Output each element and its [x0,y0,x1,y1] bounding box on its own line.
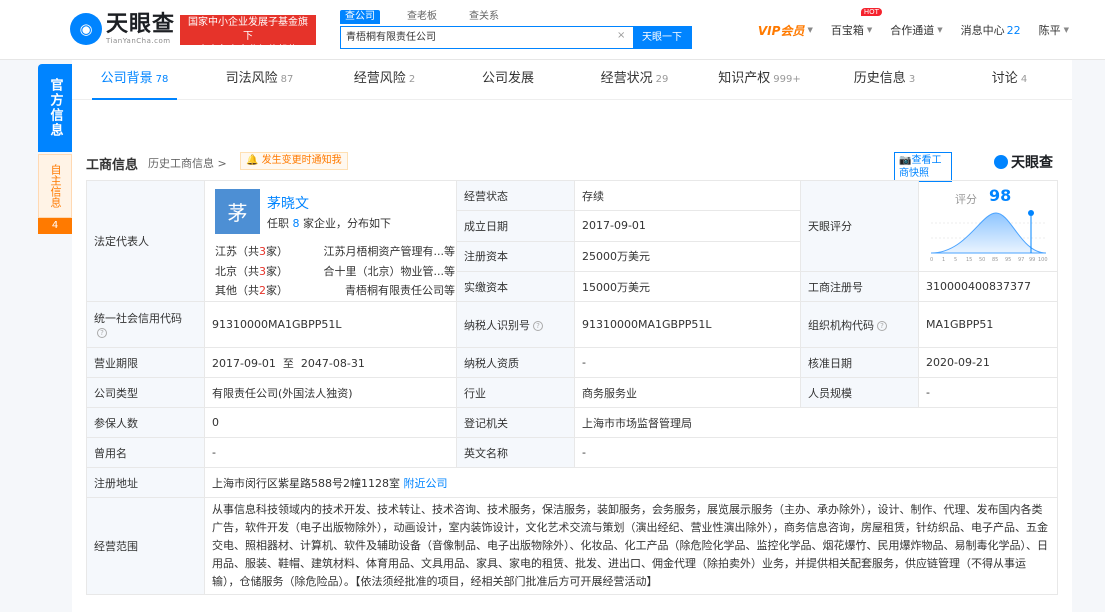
svg-text:95: 95 [1005,257,1011,263]
legal-rep-region[interactable]: 北京（共3家） 合十里（北京）物业管...等 [215,263,455,279]
side-tab-official[interactable]: 官方信息 [38,64,72,152]
tab-business-risk[interactable]: 经营风险 2 [322,60,447,99]
side-tabs: 官方信息 自主信息 4 [38,64,72,234]
main-content: 工商信息 历史工商信息 > 🔔 发生变更时通知我 📷查看工商快照 天眼查 法定代… [72,100,1072,612]
help-icon[interactable]: ? [877,320,887,331]
legal-rep-region[interactable]: 其他（共2家） 青梧桐有限责任公司等 [215,282,455,298]
nearby-companies-link[interactable]: 附近公司 [404,477,448,490]
term-value: 2017-09-01 至 2047-08-31 [204,347,457,378]
help-icon[interactable]: ? [533,320,543,331]
svg-text:0: 0 [930,257,933,263]
tab-discussion[interactable]: 讨论 4 [947,60,1072,99]
watermark-logo: 天眼查 [994,152,1053,172]
industry-value: 商务服务业 [574,377,801,408]
bell-icon: 🔔 [246,155,259,166]
score-title: 评分 [955,193,977,206]
score-bell-curve: 0 1 5 15 50 85 95 97 99 100 [930,210,1048,263]
avatar[interactable]: 茅 [215,189,260,234]
tab-development[interactable]: 公司发展 [447,60,572,99]
top-header: ◉ 天眼查 TianYanCha.com 国家中小企业发展子基金旗下 官方备案企… [0,0,1105,60]
side-tab-self[interactable]: 自主信息 [38,154,72,218]
svg-text:1: 1 [942,257,945,263]
score-label: 天眼评分 [800,180,919,272]
status-value: 存续 [574,179,801,212]
svg-text:85: 85 [992,257,998,263]
top-nav: VIP会员 ▼ 百宝箱 ▼ HOT 合作通道 ▼ 消息中心 22 陈平 ▼ [758,0,1105,60]
search-input[interactable] [341,27,631,48]
authority-value: 上海市市场监督管理局 [574,407,1058,438]
message-center-link[interactable]: 消息中心 22 [961,22,1021,38]
svg-text:5: 5 [954,257,957,263]
tab-operations[interactable]: 经营状况 29 [572,60,697,99]
help-icon[interactable]: ? [97,328,107,338]
clear-icon[interactable]: × [617,30,625,41]
caret-down-icon: ▼ [866,26,873,34]
english-name-value: - [574,437,1058,468]
company-type-value: 有限责任公司(外国法人独资) [204,377,457,408]
tab-company-background[interactable]: 公司背景 78 [72,60,197,100]
certification-badge: 国家中小企业发展子基金旗下 官方备案企业征信机构 [180,15,316,56]
cooperation-link[interactable]: 合作通道 ▼ [890,22,942,38]
paid-capital-value: 15000万美元 [574,271,801,302]
snapshot-button[interactable]: 📷查看工商快照 [894,152,952,182]
caret-down-icon: ▼ [1063,26,1069,34]
reg-capital-value: 25000万美元 [574,240,801,273]
legal-rep-name[interactable]: 茅晓文 [267,193,309,213]
staff-value: - [918,377,1058,408]
business-scope-value: 从事信息科技领域内的技术开发、技术转让、技术咨询、技术服务，保洁服务，装卸服务，… [204,497,1058,595]
credit-code-value: 91310000MA1GBPP51L [204,301,457,348]
user-menu[interactable]: 陈平 ▼ [1039,22,1069,38]
org-code-value: MA1GBPP51 [918,301,1058,348]
tax-id-value: 91310000MA1GBPP51L [574,301,801,348]
search-tab-boss[interactable]: 查老板 [402,10,442,24]
former-name-value: - [204,437,457,468]
search-tab-relation[interactable]: 查关系 [464,10,504,24]
main-tabs: 公司背景 78 司法风险 87 经营风险 2 公司发展 经营状况 29 知识产权 999+… [72,60,1072,100]
founded-value: 2017-09-01 [574,210,801,242]
tab-legal-risk[interactable]: 司法风险 87 [197,60,322,99]
score-cell: 评分 98 01 5 15 50 85 95 97 99 100 [918,180,1058,272]
logo-subtitle: TianYanCha.com [106,37,171,45]
camera-icon: 📷 [899,155,912,166]
business-info-table: 法定代表人 茅 茅晓文 任职 8 家企业，分布如下 江苏（共3家） 江苏月梧桐资产… [86,179,1058,595]
hot-badge: HOT [860,8,882,16]
insured-value: 0 [204,407,457,438]
svg-text:97: 97 [1018,257,1024,263]
search-button[interactable]: 天眼一下 [633,27,691,48]
caret-down-icon: ▼ [937,26,943,34]
svg-text:100: 100 [1038,257,1048,263]
score-value: 98 [989,186,1012,205]
search-tabs: 查公司 查老板 查关系 [340,10,526,24]
legal-rep-summary: 任职 8 家企业，分布如下 [267,217,391,230]
legal-rep-cell: 茅 茅晓文 任职 8 家企业，分布如下 江苏（共3家） 江苏月梧桐资产管理有...… [204,180,457,302]
toolbox-link[interactable]: 百宝箱 ▼ HOT [831,8,882,38]
message-count: 22 [1006,23,1021,37]
svg-text:50: 50 [979,257,985,263]
svg-text:99: 99 [1029,257,1035,263]
tab-history[interactable]: 历史信息 3 [822,60,947,99]
notify-button[interactable]: 🔔 发生变更时通知我 [240,152,348,170]
caret-down-icon: ▼ [807,26,813,34]
side-self-count: 4 [38,218,72,234]
tax-qual-value: - [574,347,801,378]
reg-no-value: 310000400837377 [918,271,1058,302]
legal-rep-label: 法定代表人 [86,180,205,302]
tab-ip[interactable]: 知识产权 999+ [697,60,822,99]
logo-icon [994,155,1008,169]
vip-link[interactable]: VIP会员 ▼ [758,22,813,39]
logo-title: 天眼查 [106,12,176,37]
history-link[interactable]: 历史工商信息 > [148,155,227,171]
logo[interactable]: ◉ 天眼查 TianYanCha.com [70,12,175,46]
section-title: 工商信息 [86,158,139,173]
legal-rep-region[interactable]: 江苏（共3家） 江苏月梧桐资产管理有...等 [215,243,455,259]
svg-text:15: 15 [966,257,972,263]
logo-icon: ◉ [70,13,102,45]
search-box: × 天眼一下 [340,26,692,49]
address-value: 上海市闵行区紫星路588号2幢1128室 附近公司 [204,467,1058,498]
search-tab-company[interactable]: 查公司 [340,10,380,24]
approve-value: 2020-09-21 [918,347,1058,378]
